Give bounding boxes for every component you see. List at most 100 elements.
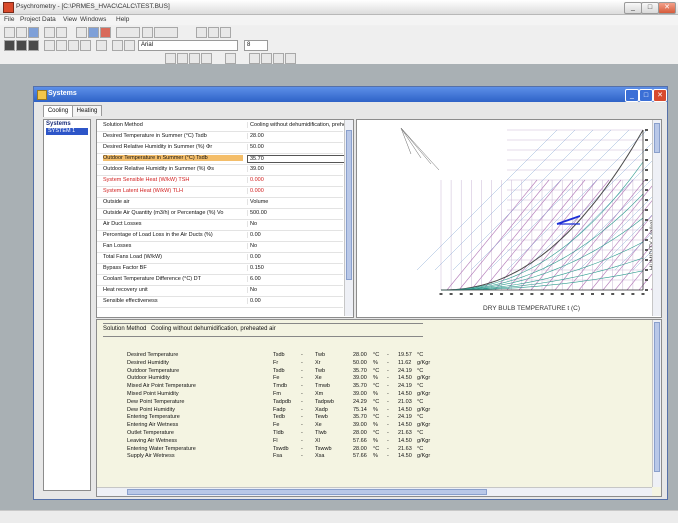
tab-heating[interactable]: Heating — [72, 105, 102, 116]
grid-row-value[interactable]: No — [247, 221, 345, 227]
grid-scroll-thumb[interactable] — [346, 130, 352, 280]
insert-column-icon[interactable] — [208, 27, 219, 38]
grid-row[interactable]: Percentage of Load Loss in the Air Ducts… — [97, 231, 343, 242]
grid-row[interactable]: Outdoor Temperature in Summer (°C) Tsdb 3… — [97, 154, 346, 165]
save-icon[interactable] — [28, 27, 39, 38]
redo-icon[interactable] — [154, 27, 178, 38]
results-vscroll-thumb[interactable] — [654, 322, 660, 472]
results-hscroll-thumb[interactable] — [127, 489, 487, 495]
child-maximize-button[interactable]: □ — [639, 89, 653, 102]
color-icon[interactable] — [112, 40, 123, 51]
grid-row-value[interactable]: Volume — [247, 199, 345, 205]
grid-row[interactable]: System Sensible Heat (W/kW) TSH 0.000 — [97, 176, 343, 187]
grid-row[interactable]: Outside air Volume — [97, 198, 343, 209]
indent-icon[interactable] — [96, 40, 107, 51]
results-row: Entering Temperature Tedb - Tewb 35.70 °C -24.… — [97, 414, 457, 422]
last-page-icon[interactable] — [201, 53, 212, 64]
grid-row-value[interactable]: 28.00 — [247, 133, 345, 139]
grid-row[interactable]: Solution Method Cooling without dehumidif… — [97, 121, 345, 132]
print-preview-icon[interactable] — [56, 27, 67, 38]
insert-row-icon[interactable] — [196, 27, 207, 38]
results-name: Entering Water Temperature — [127, 445, 196, 452]
insert-table-icon[interactable] — [220, 27, 231, 38]
pointer-icon[interactable] — [249, 53, 260, 64]
grid-row-value[interactable]: 500.00 — [247, 210, 345, 216]
grid-scrollbar[interactable] — [344, 120, 353, 316]
grid-row[interactable]: Sensible effectiveness 0.00 — [97, 297, 343, 308]
menu-help[interactable]: Help — [116, 16, 129, 23]
systems-list-item[interactable]: SYSTEM 1 — [46, 128, 88, 135]
maximize-button[interactable]: □ — [641, 2, 659, 14]
undo-icon[interactable] — [142, 27, 153, 38]
grid-row[interactable]: Heat recovery unit No — [97, 286, 343, 297]
grid-row[interactable]: Coolant Temperature Difference (°C) DT 6.… — [97, 275, 343, 286]
grid-row[interactable]: Air Duct Losses No — [97, 220, 343, 231]
font-color-icon[interactable] — [124, 40, 135, 51]
results-eq: Xr — [315, 359, 321, 366]
grid-row-value[interactable]: 0.00 — [247, 298, 345, 304]
grid-row[interactable]: Bypass Factor BF 0.150 — [97, 264, 343, 275]
results-vertical-scrollbar[interactable] — [652, 320, 661, 487]
results-name: Mixed Point Humidity — [127, 391, 179, 397]
grid-row[interactable]: Total Fans Load (W/kW) 0.00 — [97, 253, 343, 264]
justify-icon[interactable] — [80, 40, 91, 51]
menu-windows[interactable]: Windows — [80, 16, 106, 23]
zoom-window-icon[interactable] — [261, 53, 272, 64]
grid-row[interactable]: Fan Losses No — [97, 242, 343, 253]
find-icon[interactable] — [116, 27, 140, 38]
grid-row-value[interactable]: Cooling without dehumidification, prehe — [247, 122, 345, 128]
refresh-icon[interactable] — [225, 53, 236, 64]
results-v2: 11.62 — [398, 359, 412, 366]
align-center-icon[interactable] — [56, 40, 67, 51]
results-horizontal-scrollbar[interactable] — [97, 487, 652, 496]
grid-row-value[interactable]: 50.00 — [247, 144, 345, 150]
grid-row-value[interactable]: 0.00 — [247, 254, 345, 260]
grid-row-value[interactable]: 35.70 — [247, 155, 346, 163]
chart-x-tick — [439, 293, 443, 295]
grid-row-value[interactable]: 0.000 — [247, 177, 345, 183]
zoom-in-icon[interactable] — [273, 53, 284, 64]
grid-row-value[interactable]: 0.00 — [247, 232, 345, 238]
new-file-icon[interactable] — [4, 27, 15, 38]
zoom-out-icon[interactable] — [285, 53, 296, 64]
chart-wetbulb-line — [554, 179, 646, 291]
font-size-select[interactable]: 8 — [244, 40, 268, 51]
next-page-icon[interactable] — [189, 53, 200, 64]
paste-icon[interactable] — [100, 27, 111, 38]
grid-row[interactable]: Outside Air Quantity (m3/h) or Percentag… — [97, 209, 343, 220]
first-page-icon[interactable] — [165, 53, 176, 64]
grid-row-value[interactable]: 0.000 — [247, 188, 345, 194]
results-separator: - — [387, 375, 389, 382]
chart-scrollbar[interactable] — [652, 120, 661, 316]
chart-scroll-thumb[interactable] — [654, 123, 660, 153]
align-left-icon[interactable] — [44, 40, 55, 51]
menu-file[interactable]: File — [4, 16, 14, 23]
grid-row[interactable]: Desired Relative Humidity in Summer (%) … — [97, 143, 343, 154]
open-file-icon[interactable] — [16, 27, 27, 38]
minimize-button[interactable]: _ — [624, 2, 642, 14]
underline-icon[interactable] — [28, 40, 39, 51]
font-name-select[interactable]: Arial — [138, 40, 238, 51]
grid-row-label: Desired Temperature in Summer (°C) Tsdb — [103, 133, 207, 139]
child-minimize-button[interactable]: _ — [625, 89, 639, 102]
italic-icon[interactable] — [16, 40, 27, 51]
print-icon[interactable] — [44, 27, 55, 38]
grid-row[interactable]: Desired Temperature in Summer (°C) Tsdb 2… — [97, 132, 343, 143]
cut-icon[interactable] — [76, 27, 87, 38]
grid-row[interactable]: System Latent Heat (W/kW) TLH 0.000 — [97, 187, 343, 198]
align-right-icon[interactable] — [68, 40, 79, 51]
grid-row-value[interactable]: No — [247, 287, 345, 293]
grid-row-value[interactable]: 0.150 — [247, 265, 345, 271]
grid-row-value[interactable]: No — [247, 243, 345, 249]
bold-icon[interactable] — [4, 40, 15, 51]
grid-row-value[interactable]: 6.00 — [247, 276, 345, 282]
menu-project-data[interactable]: Project Data — [20, 16, 56, 23]
close-button[interactable]: ✕ — [658, 2, 676, 14]
copy-icon[interactable] — [88, 27, 99, 38]
menu-view[interactable]: View — [63, 16, 77, 23]
grid-row-value[interactable]: 39.00 — [247, 166, 345, 172]
grid-row[interactable]: Outdoor Relative Humidity in Summer (%) … — [97, 165, 343, 176]
child-close-button[interactable]: ✕ — [653, 89, 667, 102]
tab-cooling[interactable]: Cooling — [43, 105, 73, 117]
prev-page-icon[interactable] — [177, 53, 188, 64]
